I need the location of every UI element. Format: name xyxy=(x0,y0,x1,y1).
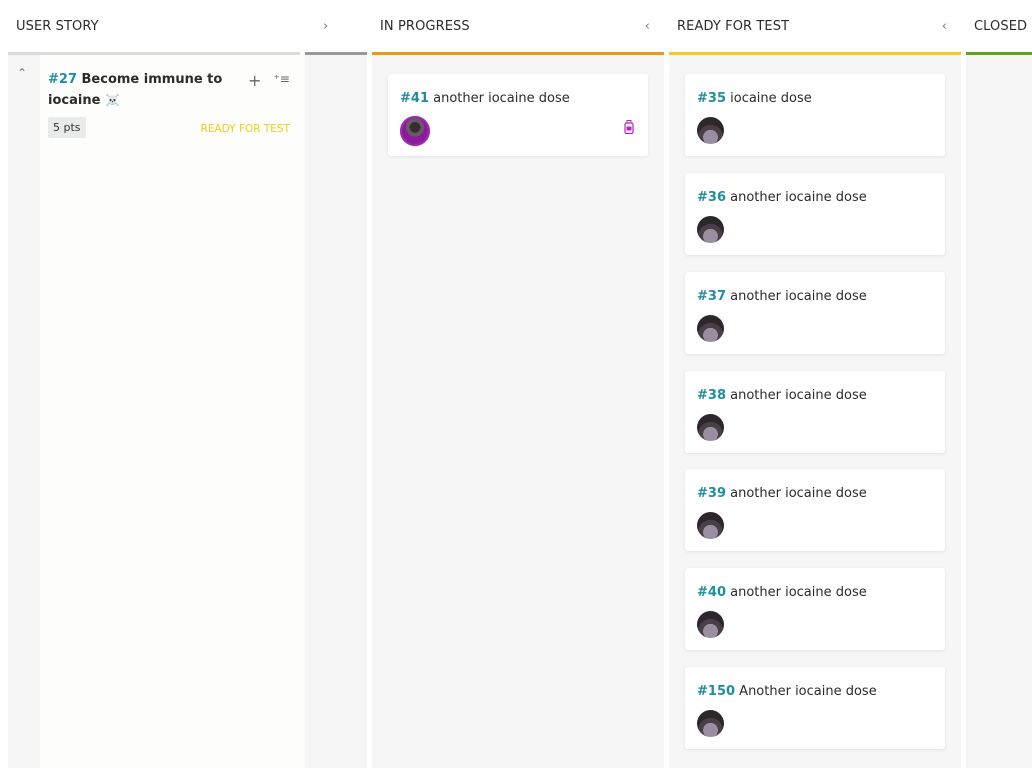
user-story-ref[interactable]: #27 xyxy=(48,72,77,87)
column-title: CLOSED xyxy=(974,18,1028,34)
avatar[interactable] xyxy=(400,116,430,146)
avatar[interactable] xyxy=(697,710,724,737)
task-subject[interactable]: another iocaine dose xyxy=(730,585,867,600)
task-card[interactable]: #40 another iocaine dose xyxy=(685,568,945,650)
task-subject[interactable]: another iocaine dose xyxy=(730,190,867,205)
task-title[interactable]: #37 another iocaine dose xyxy=(697,289,933,304)
avatar[interactable] xyxy=(697,117,724,144)
task-subject[interactable]: another iocaine dose xyxy=(730,388,867,403)
task-title[interactable]: #39 another iocaine dose xyxy=(697,486,933,501)
user-story-card[interactable]: #27 Become immune to iocaine ☠️ + ⁺≡ 5 p… xyxy=(40,55,305,768)
column-header-in-progress: IN PROGRESS ‹ xyxy=(372,0,664,52)
task-subject[interactable]: another iocaine dose xyxy=(730,486,867,501)
task-ref[interactable]: #38 xyxy=(697,388,726,403)
points-badge: 5 pts xyxy=(48,117,86,138)
task-title[interactable]: #38 another iocaine dose xyxy=(697,388,933,403)
column-header-user-story: USER STORY xyxy=(8,0,300,52)
task-card[interactable]: #36 another iocaine dose xyxy=(685,173,945,255)
task-ref[interactable]: #41 xyxy=(400,91,429,106)
column-title: USER STORY xyxy=(16,18,99,34)
task-card[interactable]: #39 another iocaine dose xyxy=(685,469,945,551)
in-progress-column xyxy=(372,55,664,768)
avatar[interactable] xyxy=(697,611,724,638)
bulk-add-icon[interactable]: ⁺≡ xyxy=(273,71,289,90)
task-ref[interactable]: #36 xyxy=(697,190,726,205)
task-card[interactable]: #35 iocaine dose xyxy=(685,74,945,156)
closed-column xyxy=(966,55,1032,768)
poison-bottle-icon xyxy=(624,120,634,134)
status-label[interactable]: READY FOR TEST xyxy=(201,123,290,135)
task-card[interactable]: #38 another iocaine dose xyxy=(685,371,945,453)
task-ref[interactable]: #40 xyxy=(697,585,726,600)
task-title[interactable]: #35 iocaine dose xyxy=(697,91,933,106)
task-title[interactable]: #40 another iocaine dose xyxy=(697,585,933,600)
column-header-collapsed[interactable]: › xyxy=(305,0,367,52)
avatar[interactable] xyxy=(697,512,724,539)
chevron-right-icon[interactable]: › xyxy=(323,19,328,34)
chevron-up-icon[interactable]: ⌃ xyxy=(17,66,27,80)
column-title: IN PROGRESS xyxy=(380,18,470,34)
task-card[interactable]: #41 another iocaine dose xyxy=(388,74,648,156)
user-story-title[interactable]: #27 Become immune to iocaine ☠️ xyxy=(48,69,228,111)
skull-icon: ☠️ xyxy=(104,93,120,107)
column-title: READY FOR TEST xyxy=(677,18,790,34)
task-subject[interactable]: another iocaine dose xyxy=(730,289,867,304)
task-subject[interactable]: iocaine dose xyxy=(730,91,812,106)
chevron-left-icon[interactable]: ‹ xyxy=(645,19,650,34)
add-task-icon[interactable]: + xyxy=(248,71,261,90)
task-subject[interactable]: another iocaine dose xyxy=(433,91,570,106)
avatar[interactable] xyxy=(697,216,724,243)
task-ref[interactable]: #150 xyxy=(697,684,735,699)
task-ref[interactable]: #37 xyxy=(697,289,726,304)
column-header-closed: CLOSED xyxy=(966,0,1032,52)
task-ref[interactable]: #39 xyxy=(697,486,726,501)
task-ref[interactable]: #35 xyxy=(697,91,726,106)
task-title[interactable]: #150 Another iocaine dose xyxy=(697,684,933,699)
task-card[interactable]: #37 another iocaine dose xyxy=(685,272,945,354)
task-subject[interactable]: Another iocaine dose xyxy=(739,684,877,699)
task-title[interactable]: #41 another iocaine dose xyxy=(400,91,636,106)
column-header-ready-for-test: READY FOR TEST ‹ xyxy=(669,0,961,52)
avatar[interactable] xyxy=(697,315,724,342)
task-title[interactable]: #36 another iocaine dose xyxy=(697,190,933,205)
user-story-actions: + ⁺≡ xyxy=(248,71,290,90)
avatar[interactable] xyxy=(697,414,724,441)
task-card[interactable]: #150 Another iocaine dose xyxy=(685,667,945,749)
chevron-left-icon[interactable]: ‹ xyxy=(942,19,947,34)
collapsed-column xyxy=(305,55,367,768)
